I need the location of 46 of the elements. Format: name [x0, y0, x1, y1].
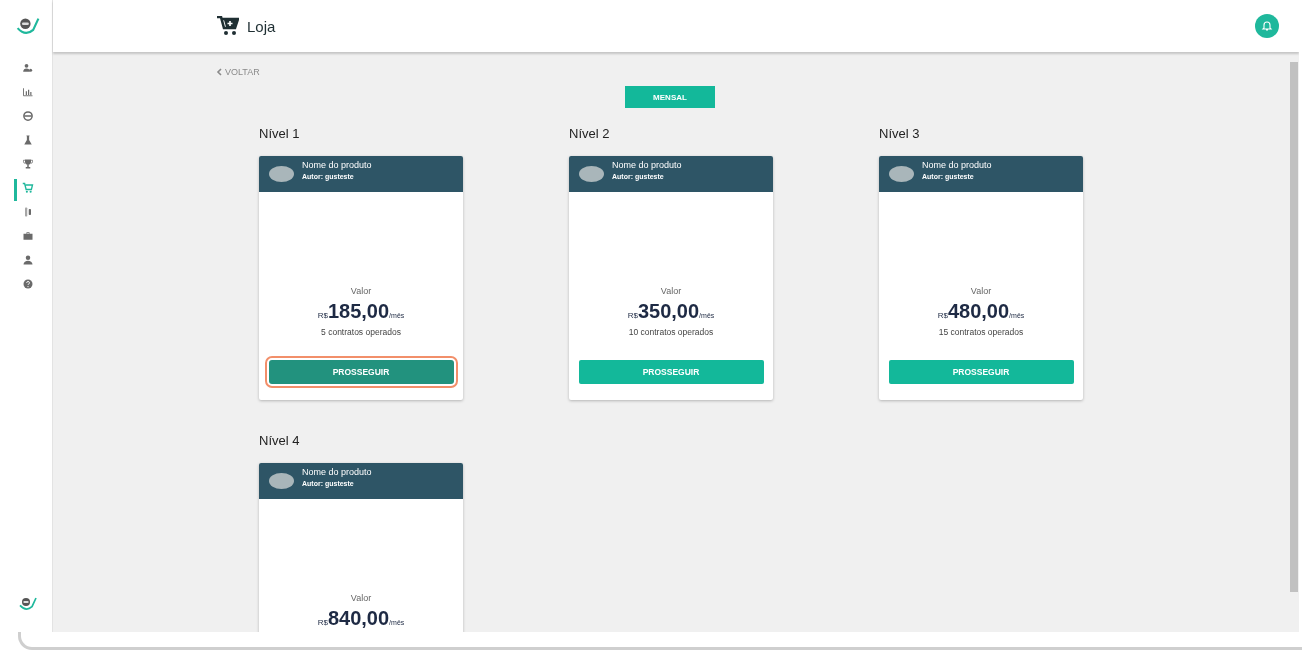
level-title: Nível 2 — [569, 126, 611, 141]
level-title: Nível 1 — [259, 126, 301, 141]
chart-icon[interactable] — [21, 86, 34, 98]
period-button[interactable]: MENSAL — [625, 86, 715, 108]
users-icon[interactable] — [21, 62, 34, 74]
proceed-button[interactable]: PROSSEGUIR — [888, 360, 1074, 384]
chevron-left-icon — [216, 68, 222, 76]
contracts-text: 10 contratos operados — [628, 327, 714, 337]
value-label: Valor — [970, 286, 992, 296]
briefcase-icon[interactable] — [21, 230, 34, 242]
value-label: Valor — [350, 593, 372, 603]
proceed-button[interactable]: PROSSEGUIR — [578, 360, 764, 384]
price-text: 185,00 — [327, 300, 390, 323]
trophy-icon[interactable] — [21, 158, 34, 170]
product-name: Nome do produto — [302, 467, 372, 477]
photo-placeholder — [269, 473, 294, 489]
level-title: Nível 3 — [879, 126, 921, 141]
scrollbar[interactable] — [1290, 62, 1298, 592]
help-icon[interactable] — [21, 278, 34, 290]
currency-label: R$ — [317, 311, 328, 320]
currency-label: R$ — [317, 618, 328, 627]
back-link[interactable]: VOLTAR — [216, 67, 260, 77]
product-name: Nome do produto — [922, 160, 992, 170]
value-label: Valor — [350, 286, 372, 296]
person-icon[interactable] — [21, 254, 34, 266]
price-text: 350,00 — [637, 300, 700, 323]
contracts-text: 15 contratos operados — [938, 327, 1024, 337]
bell-icon — [1261, 20, 1273, 32]
currency-label: R$ — [937, 311, 948, 320]
photo-placeholder — [579, 166, 604, 182]
price-text: 480,00 — [947, 300, 1010, 323]
photo-placeholder — [889, 166, 914, 182]
currency-label: R$ — [627, 311, 638, 320]
product-name: Nome do produto — [612, 160, 682, 170]
level-title: Nível 4 — [259, 433, 301, 448]
logo-icon — [14, 15, 41, 37]
value-label: Valor — [660, 286, 682, 296]
ring-icon[interactable] — [21, 110, 34, 122]
logo-icon — [17, 596, 38, 612]
flask-icon[interactable] — [21, 134, 34, 146]
photo-placeholder — [269, 166, 294, 182]
cart-plus-icon — [217, 16, 239, 36]
price-text: 840,00 — [327, 607, 390, 630]
contracts-text: 5 contratos operados — [321, 327, 401, 337]
product-name: Nome do produto — [302, 160, 372, 170]
page-title: Loja — [247, 17, 276, 35]
